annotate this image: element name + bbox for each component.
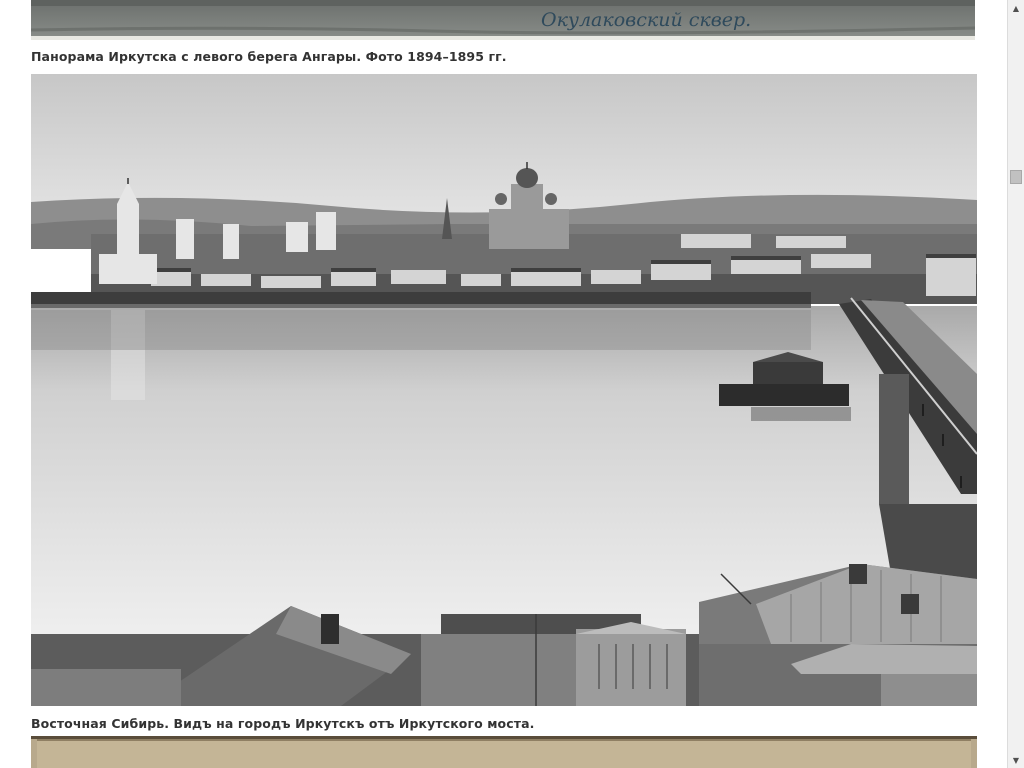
scrollbar-thumb[interactable] (1010, 170, 1022, 184)
bottom-photo-fragment (31, 736, 977, 768)
scroll-up-icon[interactable]: ▲ (1008, 0, 1024, 16)
photo-caption: Панорама Иркутска с левого берега Ангары… (31, 49, 507, 64)
article-page: Окулаковский сквер. Панорама Иркутска с … (0, 0, 1024, 768)
panorama-photo (31, 74, 977, 706)
vertical-scrollbar[interactable]: ▲ ▼ (1007, 0, 1024, 768)
top-photo-fragment: Окулаковский сквер. (31, 0, 975, 40)
scroll-down-icon[interactable]: ▼ (1008, 752, 1024, 768)
photo-caption: Восточная Сибирь. Видъ на городъ Иркутск… (31, 716, 535, 731)
handwriting-text: Окулаковский сквер. (541, 9, 751, 31)
